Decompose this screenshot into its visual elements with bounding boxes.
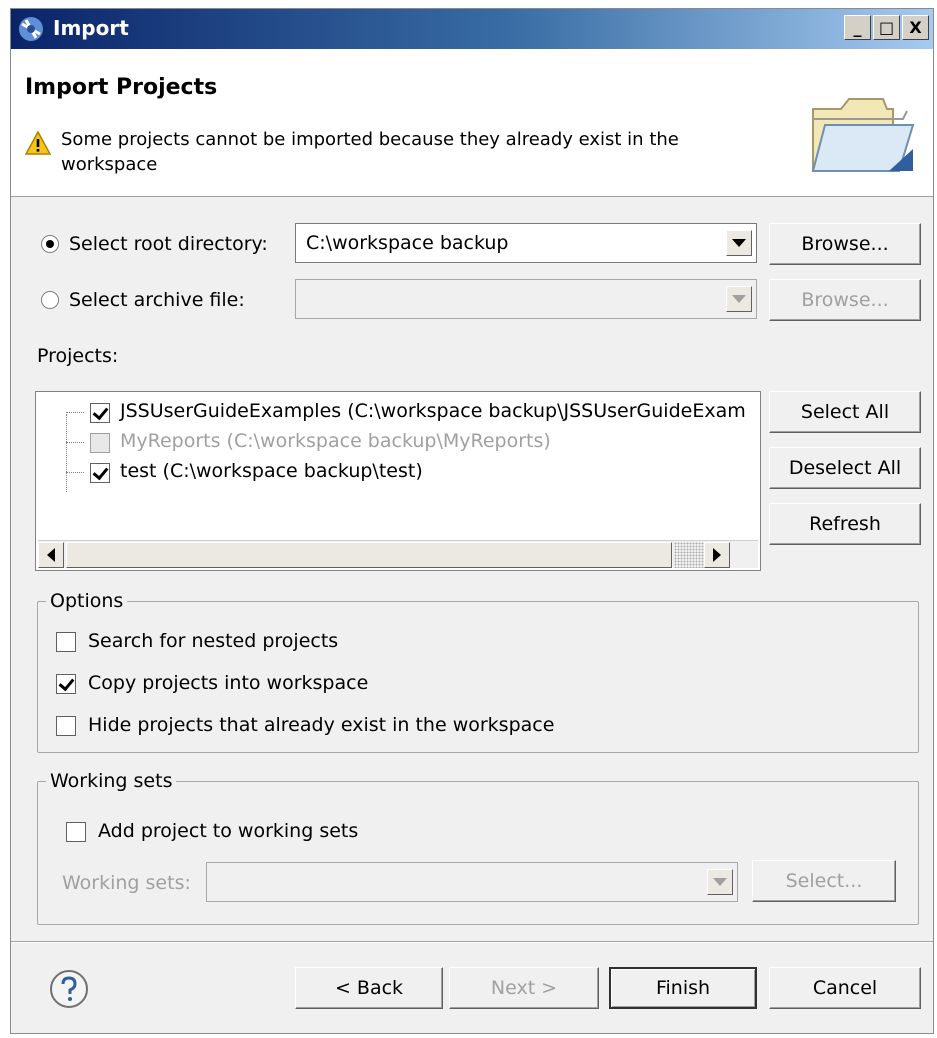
projects-label: Projects:: [37, 345, 119, 367]
status-message: Some projects cannot be imported because…: [61, 129, 679, 175]
project-label: MyReports (C:\workspace backup\MyReports…: [120, 430, 551, 452]
import-dialog: Import _ □ X Import Projects Some projec…: [10, 8, 934, 1034]
chevron-down-icon[interactable]: [726, 286, 752, 312]
browse-root-button[interactable]: Browse...: [769, 223, 921, 265]
options-group: Options Search for nested projects Copy …: [37, 590, 919, 753]
horizontal-scrollbar[interactable]: [38, 540, 758, 568]
working-sets-title: Working sets: [46, 770, 177, 792]
scroll-right-icon[interactable]: [704, 542, 730, 568]
list-item[interactable]: MyReports (C:\workspace backup\MyReports…: [36, 428, 748, 458]
eclipse-app-icon: [19, 17, 43, 41]
working-sets-field-label: Working sets:: [62, 872, 191, 894]
add-to-working-sets-label: Add project to working sets: [98, 820, 359, 842]
list-item[interactable]: test (C:\workspace backup\test): [36, 458, 748, 488]
root-directory-label: Select root directory:: [69, 233, 268, 255]
deselect-all-button[interactable]: Deselect All: [769, 447, 921, 489]
add-to-working-sets-checkbox[interactable]: [66, 822, 86, 842]
options-title: Options: [46, 590, 128, 612]
root-directory-radio[interactable]: [41, 235, 59, 253]
projects-list[interactable]: JSSUserGuideExamples (C:\workspace backu…: [35, 391, 761, 571]
hide-existing-checkbox[interactable]: [56, 716, 76, 736]
help-icon[interactable]: [49, 969, 89, 1009]
copy-into-workspace-label: Copy projects into workspace: [88, 672, 369, 694]
browse-archive-button[interactable]: Browse...: [769, 279, 921, 321]
page-title: Import Projects: [25, 75, 218, 100]
minimize-button[interactable]: _: [844, 15, 871, 40]
project-label: test (C:\workspace backup\test): [120, 460, 423, 482]
list-item[interactable]: JSSUserGuideExamples (C:\workspace backu…: [36, 398, 748, 428]
project-checkbox: [90, 433, 110, 453]
archive-file-combo[interactable]: [295, 279, 757, 319]
project-checkbox[interactable]: [90, 463, 110, 483]
cancel-button[interactable]: Cancel: [769, 967, 921, 1009]
search-nested-label: Search for nested projects: [88, 630, 339, 652]
select-working-sets-button[interactable]: Select...: [752, 860, 896, 902]
open-folder-icon: [811, 98, 915, 172]
title-bar[interactable]: Import _ □ X: [11, 9, 933, 49]
project-label: JSSUserGuideExamples (C:\workspace backu…: [120, 400, 746, 422]
hide-existing-label: Hide projects that already exist in the …: [88, 714, 555, 736]
root-directory-value: C:\workspace backup: [306, 232, 509, 254]
copy-into-workspace-checkbox[interactable]: [56, 674, 76, 694]
back-button[interactable]: < Back: [295, 967, 443, 1009]
footer-separator: [11, 941, 933, 943]
search-nested-checkbox[interactable]: [56, 632, 76, 652]
warning-icon: [25, 131, 51, 155]
chevron-down-icon[interactable]: [726, 230, 752, 256]
project-checkbox[interactable]: [90, 403, 110, 423]
scrollbar-thumb[interactable]: [66, 542, 672, 568]
next-button[interactable]: Next >: [449, 967, 599, 1009]
refresh-button[interactable]: Refresh: [769, 503, 921, 545]
working-sets-combo[interactable]: [206, 862, 738, 902]
archive-file-radio[interactable]: [41, 291, 59, 309]
chevron-down-icon[interactable]: [707, 869, 733, 895]
header-banner: Import Projects Some projects cannot be …: [11, 49, 933, 197]
working-sets-group: Working sets Add project to working sets…: [37, 770, 919, 925]
window-title: Import: [53, 16, 129, 40]
archive-file-label: Select archive file:: [69, 289, 245, 311]
root-directory-combo[interactable]: C:\workspace backup: [295, 223, 757, 263]
scroll-left-icon[interactable]: [38, 542, 64, 568]
close-button[interactable]: X: [902, 15, 929, 40]
maximize-button[interactable]: □: [873, 15, 900, 40]
finish-button[interactable]: Finish: [609, 967, 757, 1009]
select-all-button[interactable]: Select All: [769, 391, 921, 433]
